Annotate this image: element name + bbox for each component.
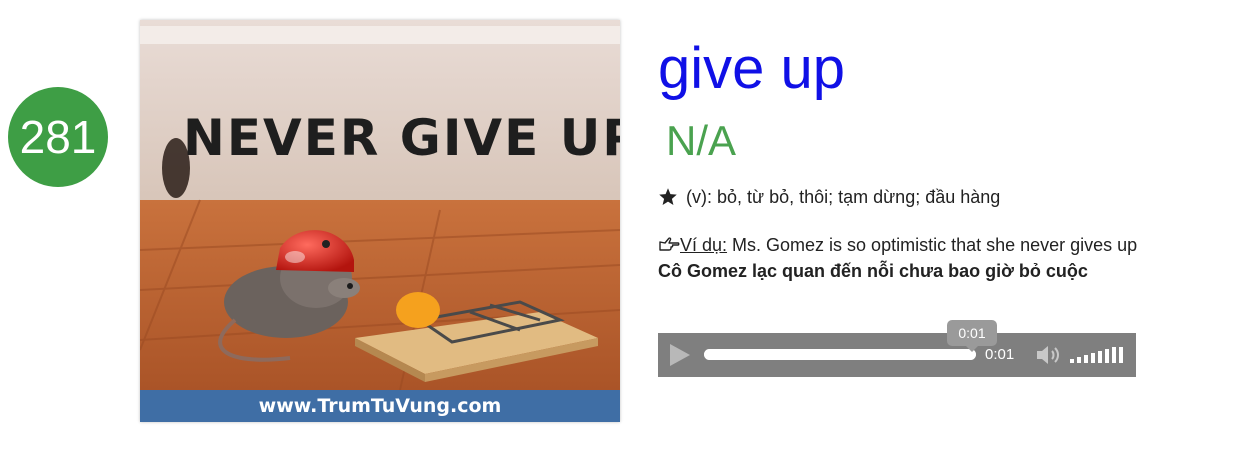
meaning-text: (v): bỏ, từ bỏ, thôi; tạm dừng; đầu hàng: [686, 187, 1001, 207]
image-caption: www.TrumTuVung.com: [140, 390, 620, 422]
meaning-line: (v): bỏ, từ bỏ, thôi; tạm dừng; đầu hàng: [658, 184, 1000, 210]
pointing-hand-icon: [659, 237, 680, 251]
volume-slider[interactable]: [1070, 345, 1126, 367]
image-headline: NEVER GIVE UP: [183, 109, 620, 167]
example-translation: Cô Gomez lạc quan đến nỗi chưa bao giờ b…: [658, 261, 1088, 281]
vocabulary-word: give up: [658, 36, 846, 101]
time-tooltip: 0:01: [947, 320, 997, 352]
star-icon: [659, 188, 677, 205]
example-block: Ví dụ: Ms. Gomez is so optimistic that s…: [658, 232, 1137, 284]
illustration-image: NEVER GIVE UP www.TrumTuVung.com: [140, 20, 620, 422]
speaker-icon[interactable]: [1035, 344, 1063, 366]
current-time: 0:01: [985, 346, 1015, 363]
play-icon[interactable]: [670, 344, 690, 366]
example-label: Ví dụ:: [680, 235, 728, 255]
word-number-badge: 281: [8, 87, 108, 187]
pronunciation: N/A: [666, 117, 737, 164]
audio-progress-track[interactable]: [704, 349, 976, 360]
audio-progress-fill: [704, 349, 976, 360]
example-sentence: Ms. Gomez is so optimistic that she neve…: [727, 235, 1138, 255]
audio-player: 0:01 0:01: [658, 320, 1136, 377]
